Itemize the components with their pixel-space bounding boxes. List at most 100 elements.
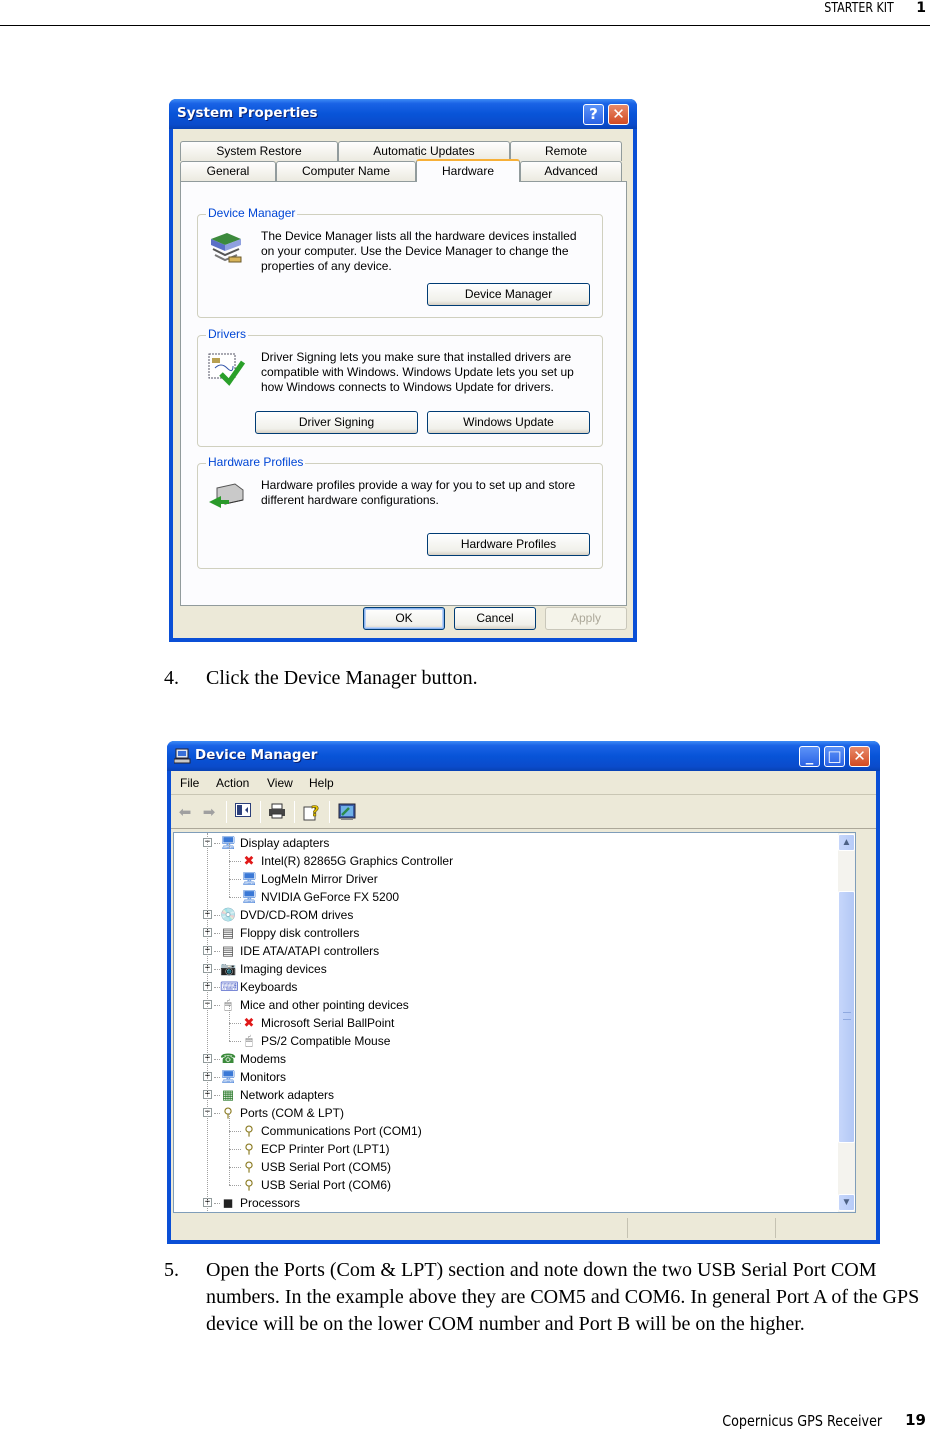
tree-category[interactable]: + 📷 Imaging devices <box>174 960 834 978</box>
tree-category[interactable]: + ▤ Floppy disk controllers <box>174 924 834 942</box>
tree-device[interactable]: ✖ Microsoft Serial BallPoint <box>174 1005 834 1032</box>
tree-node-label: Communications Port (COM1) <box>261 1124 422 1138</box>
computer-icon <box>174 748 191 764</box>
tree-guide-line <box>229 1113 230 1131</box>
vertical-scrollbar[interactable]: ▲ ▼ <box>838 833 855 1212</box>
tree-device[interactable]: 🖥 NVIDIA GeForce FX 5200 <box>174 879 834 906</box>
hardware-profiles-icon <box>209 483 244 508</box>
close-button[interactable]: ✕ <box>608 104 629 125</box>
hardware-profiles-button[interactable]: Hardware Profiles <box>427 533 590 556</box>
menu-help[interactable]: Help <box>309 776 334 790</box>
device-manager-button[interactable]: Device Manager <box>427 283 590 306</box>
device-manager-icon <box>211 233 242 263</box>
tree-node-label: NVIDIA GeForce FX 5200 <box>261 890 400 904</box>
properties-icon[interactable] <box>337 803 357 823</box>
tab-computer-name[interactable]: Computer Name <box>276 161 416 181</box>
forward-arrow-icon[interactable]: ➡ <box>199 803 219 823</box>
tree-category[interactable]: + ☎ Modems <box>174 1050 834 1068</box>
tree-device[interactable]: ⚲ USB Serial Port (COM5) <box>174 1149 834 1176</box>
ok-button[interactable]: OK <box>363 607 445 630</box>
tab-remote[interactable]: Remote <box>510 141 622 161</box>
close-button[interactable]: ✕ <box>849 746 870 767</box>
print-icon[interactable] <box>267 803 287 823</box>
tree-device[interactable]: ⚲ Communications Port (COM1) <box>174 1113 834 1140</box>
tree-category[interactable]: + 💿 DVD/CD-ROM drives <box>174 906 834 924</box>
help-button[interactable]: ? <box>583 104 604 125</box>
tree-category[interactable]: + ▤ IDE ATA/ATAPI controllers <box>174 942 834 960</box>
help-icon[interactable]: ? <box>302 803 322 823</box>
grip-icon <box>843 1012 851 1020</box>
step-text: Click the Device Manager button. <box>206 667 478 689</box>
windows-update-button[interactable]: Windows Update <box>427 411 590 434</box>
step-number: 4. <box>164 667 179 689</box>
minimize-icon: _ <box>805 747 814 765</box>
tree-category[interactable]: + ⌨ Keyboards <box>174 978 834 996</box>
tree-device[interactable]: 🖱 PS/2 Compatible Mouse <box>174 1023 834 1050</box>
port-icon: ⚲ <box>223 1105 233 1120</box>
window-title: System Properties <box>177 105 318 121</box>
tree-connector <box>229 861 241 862</box>
tree-node-label: Floppy disk controllers <box>240 926 360 940</box>
tree-node-label: Intel(R) 82865G Graphics Controller <box>261 854 454 868</box>
mouse-icon: 🖱 <box>245 1033 253 1048</box>
tab-system-restore[interactable]: System Restore <box>180 141 338 161</box>
driver-signing-button[interactable]: Driver Signing <box>255 411 418 434</box>
tab-automatic-updates[interactable]: Automatic Updates <box>338 141 510 161</box>
tree-node-label: Network adapters <box>240 1088 335 1102</box>
disabled-device-icon: ✖ <box>243 853 255 868</box>
tree-guide-line <box>229 1131 230 1149</box>
tree-connector <box>229 1041 241 1042</box>
tab-advanced[interactable]: Advanced <box>520 161 622 181</box>
title-bar[interactable]: System Properties ? ✕ <box>169 99 637 129</box>
menu-action[interactable]: Action <box>216 776 249 790</box>
tree-node-label: USB Serial Port (COM5) <box>261 1160 392 1174</box>
monitor-icon: 🖥 <box>220 835 237 850</box>
tree-guide-line <box>229 1167 230 1185</box>
tab-general[interactable]: General <box>180 161 276 181</box>
tree-guide-line <box>207 833 208 1212</box>
tree-category[interactable]: − ⚲ Ports (COM & LPT) <box>174 1104 834 1122</box>
group-description: Driver Signing lets you make sure that i… <box>261 350 574 394</box>
tree-device[interactable]: ✖ Intel(R) 82865G Graphics Controller <box>174 843 834 870</box>
toolbar: ⬅ ➡ ? <box>171 797 876 829</box>
window-body: File Action View Help ⬅ ➡ ? − 🖥 Display … <box>171 771 876 1240</box>
tree-category[interactable]: + 🖥 Monitors <box>174 1068 834 1086</box>
status-cell <box>775 1218 876 1238</box>
tree-device[interactable]: 🖥 LogMeIn Mirror Driver <box>174 861 834 888</box>
tree-category[interactable]: − 🖥 Display adapters <box>174 834 834 852</box>
scroll-down-button[interactable]: ▼ <box>838 1194 855 1211</box>
port-icon: ⚲ <box>244 1177 254 1192</box>
chevron-up-icon: ▲ <box>841 837 852 848</box>
tree-device[interactable]: ⚲ USB Serial Port (COM6) <box>174 1167 834 1194</box>
scroll-thumb[interactable] <box>838 891 855 1143</box>
tree-device[interactable]: ⚲ ECP Printer Port (LPT1) <box>174 1131 834 1158</box>
title-bar[interactable]: Device Manager _ □ ✕ <box>167 741 880 771</box>
step-text: Open the Ports (Com & LPT) section and n… <box>206 1259 920 1335</box>
tree-node-label: Mice and other pointing devices <box>240 998 409 1012</box>
tree-category[interactable]: − 🖱 Mice and other pointing devices <box>174 996 834 1014</box>
tree-node-label: IDE ATA/ATAPI controllers <box>240 944 380 958</box>
console-tree-icon[interactable] <box>233 803 253 823</box>
apply-button[interactable]: Apply <box>545 607 627 630</box>
tree-guide-line <box>229 843 230 861</box>
menu-bar: File Action View Help <box>171 771 876 795</box>
tree-category[interactable]: + ▦ Network adapters <box>174 1086 834 1104</box>
menu-view[interactable]: View <box>267 776 293 790</box>
minimize-button[interactable]: _ <box>799 746 820 767</box>
back-arrow-icon[interactable]: ⬅ <box>175 803 195 823</box>
modem-icon: ☎ <box>220 1051 237 1066</box>
menu-file[interactable]: File <box>180 776 199 790</box>
toolbar-separator <box>260 801 261 823</box>
cancel-button[interactable]: Cancel <box>454 607 536 630</box>
scroll-up-button[interactable]: ▲ <box>838 834 855 851</box>
group-legend: Device Manager <box>206 206 298 220</box>
maximize-button[interactable]: □ <box>824 746 845 767</box>
tree-guide-line <box>229 1149 230 1167</box>
tree-category[interactable]: + ◼ Processors <box>174 1194 834 1212</box>
mouse-icon: 🖱 <box>224 997 232 1012</box>
tree-node-label: Processors <box>240 1196 301 1210</box>
chapter-number: 1 <box>916 0 926 16</box>
tab-hardware[interactable]: Hardware <box>416 159 520 182</box>
hardware-profiles-group: Hardware Profiles Hardware profiles prov… <box>197 455 603 569</box>
tree-connector <box>229 1185 241 1186</box>
